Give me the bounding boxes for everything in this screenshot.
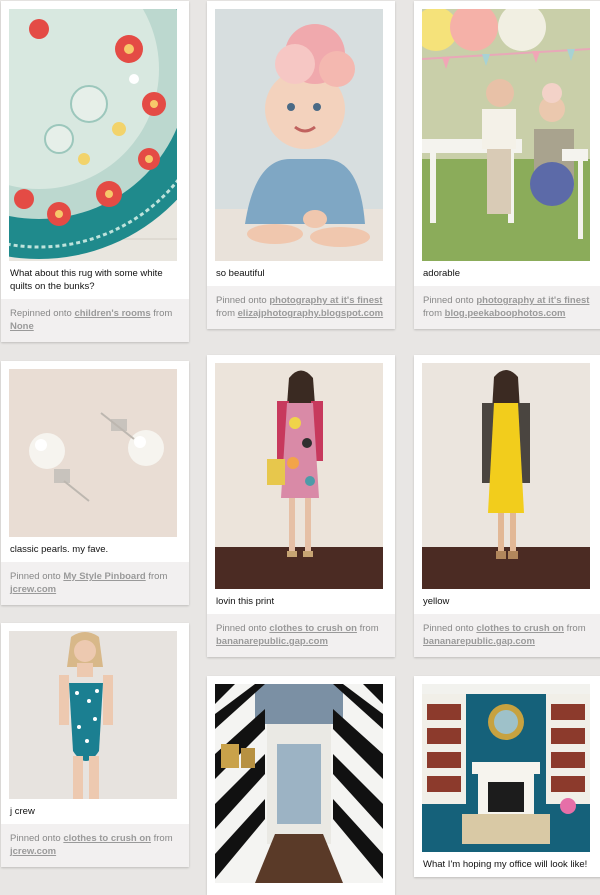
pin-caption: so beautiful: [207, 261, 395, 286]
pin-card[interactable]: classic pearls. my fave. Pinned onto My …: [1, 361, 189, 605]
from-label: from: [153, 833, 173, 844]
pin-caption: What I'm hoping my office will look like…: [414, 852, 600, 877]
source-link[interactable]: bananarepublic.gap.com: [216, 636, 328, 647]
pin-prefix: Pinned onto: [10, 571, 61, 582]
rug-image: [9, 9, 177, 261]
pin-image-baby[interactable]: [215, 9, 383, 261]
office-image: [422, 684, 590, 852]
pin-caption: adorable: [414, 261, 600, 286]
pin-caption: [207, 883, 395, 895]
pin-meta: Pinned onto clothes to crush on from ban…: [414, 614, 600, 657]
from-label: from: [566, 623, 586, 634]
pin-caption: What about this rug with some white quil…: [1, 261, 189, 299]
print-dress-image: [215, 363, 383, 589]
from-label: from: [153, 308, 173, 319]
board-link[interactable]: clothes to crush on: [476, 623, 564, 634]
pin-card[interactable]: [207, 676, 395, 895]
swimsuit-image: [9, 631, 177, 799]
board-link[interactable]: My Style Pinboard: [63, 571, 145, 582]
pin-prefix: Repinned onto: [10, 308, 72, 319]
source-link[interactable]: jcrew.com: [10, 584, 56, 595]
kids-party-image: [422, 9, 590, 261]
pin-prefix: Pinned onto: [423, 623, 474, 634]
board-link[interactable]: clothes to crush on: [269, 623, 357, 634]
pin-meta: Pinned onto clothes to crush on from ban…: [207, 614, 395, 657]
board-link[interactable]: clothes to crush on: [63, 833, 151, 844]
pin-meta: Pinned onto photography at it's finest f…: [207, 286, 395, 329]
pin-prefix: Pinned onto: [216, 623, 267, 634]
pin-image-swimsuit[interactable]: [9, 631, 177, 799]
pin-meta: Repinned onto children's rooms from None: [1, 299, 189, 342]
pin-card[interactable]: yellow Pinned onto clothes to crush on f…: [414, 355, 600, 657]
from-label: from: [216, 308, 235, 319]
source-link[interactable]: None: [10, 321, 34, 332]
pin-image-rug[interactable]: [9, 9, 177, 261]
yellow-dress-image: [422, 363, 590, 589]
pin-image-office[interactable]: [422, 684, 590, 852]
pin-caption: yellow: [414, 589, 600, 614]
pin-card[interactable]: adorable Pinned onto photography at it's…: [414, 1, 600, 329]
pin-card[interactable]: so beautiful Pinned onto photography at …: [207, 1, 395, 329]
pin-meta: Pinned onto clothes to crush on from jcr…: [1, 824, 189, 867]
pin-card[interactable]: lovin this print Pinned onto clothes to …: [207, 355, 395, 657]
baby-image: [215, 9, 383, 261]
from-label: from: [359, 623, 379, 634]
source-link[interactable]: blog.peekaboophotos.com: [445, 308, 566, 319]
pin-image-print-dress[interactable]: [215, 363, 383, 589]
pin-caption: lovin this print: [207, 589, 395, 614]
pin-image-striped-hallway[interactable]: [215, 684, 383, 883]
striped-hallway-image: [215, 684, 383, 883]
pin-card[interactable]: What about this rug with some white quil…: [1, 1, 189, 342]
board-link[interactable]: children's rooms: [74, 308, 150, 319]
source-link[interactable]: elizajphotography.blogspot.com: [238, 308, 384, 319]
pin-image-pearls[interactable]: [9, 369, 177, 537]
pin-prefix: Pinned onto: [10, 833, 61, 844]
from-label: from: [423, 308, 442, 319]
pin-prefix: Pinned onto: [423, 295, 474, 306]
board-link[interactable]: photography at it's finest: [269, 295, 382, 306]
from-label: from: [148, 571, 168, 582]
pin-meta: Pinned onto photography at it's finest f…: [414, 286, 600, 329]
board-link[interactable]: photography at it's finest: [476, 295, 589, 306]
pin-image-kids-party[interactable]: [422, 9, 590, 261]
pin-caption: j crew: [1, 799, 189, 824]
source-link[interactable]: bananarepublic.gap.com: [423, 636, 535, 647]
pin-prefix: Pinned onto: [216, 295, 267, 306]
pin-caption: classic pearls. my fave.: [1, 537, 189, 562]
pin-board: What about this rug with some white quil…: [0, 0, 600, 895]
pin-card[interactable]: What I'm hoping my office will look like…: [414, 676, 600, 877]
pin-image-yellow-dress[interactable]: [422, 363, 590, 589]
source-link[interactable]: jcrew.com: [10, 846, 56, 857]
pin-card[interactable]: j crew Pinned onto clothes to crush on f…: [1, 623, 189, 867]
pearls-image: [9, 369, 177, 537]
pin-meta: Pinned onto My Style Pinboard from jcrew…: [1, 562, 189, 605]
